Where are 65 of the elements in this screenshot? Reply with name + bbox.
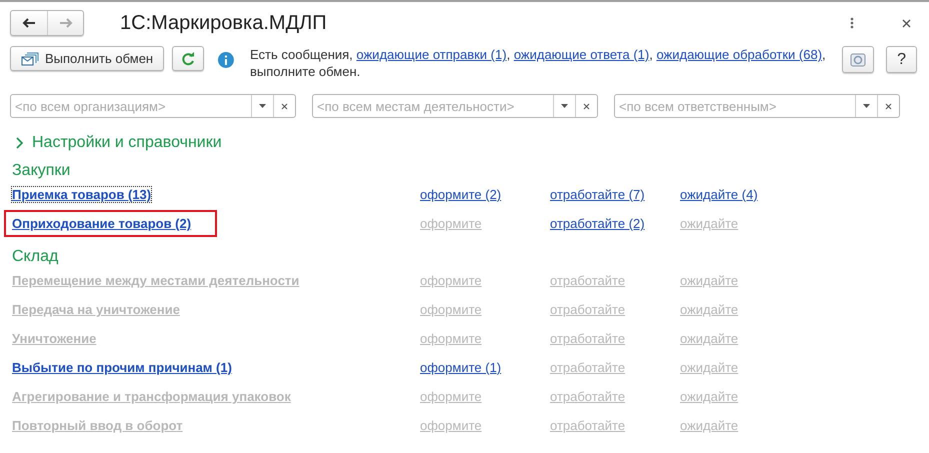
chevron-right-icon — [16, 137, 24, 149]
vertical-dots-icon — [850, 17, 854, 29]
action-link[interactable]: отработайте — [550, 389, 626, 404]
message-text: Есть сообщения, ожидающие отправки (1), ожидающие ответа (1), ожидающие обработки (68), выполните обмен. — [250, 46, 826, 80]
message-link[interactable]: ожидающие обработки (68) — [656, 47, 822, 62]
camera-icon — [850, 52, 866, 66]
left-arrow-icon — [22, 18, 36, 28]
filter-combo[interactable]: <по всем ответственным> — [614, 94, 900, 118]
document-link[interactable]: Приемка товаров (13) — [12, 187, 152, 202]
action-link[interactable]: оформите (2) — [420, 187, 502, 202]
action-link[interactable]: отработайте — [550, 273, 626, 288]
settings-button[interactable] — [842, 46, 874, 73]
action-link[interactable]: ожидайте (4) — [680, 187, 758, 202]
help-button[interactable]: ? — [886, 46, 917, 73]
section-title: Закупки — [12, 162, 72, 180]
caret-icon — [561, 104, 568, 108]
action-link[interactable]: ожидайте — [680, 418, 738, 433]
filter-input[interactable]: <по всем местам деятельности> — [313, 95, 553, 117]
document-link[interactable]: Передача на уничтожение — [12, 302, 180, 317]
action-link[interactable]: отработайте — [550, 331, 626, 346]
action-link[interactable]: оформите — [420, 331, 482, 346]
document-link[interactable]: Уничтожение — [12, 331, 96, 346]
caret-icon — [259, 104, 266, 108]
action-link[interactable]: ожидайте — [680, 273, 738, 288]
refresh-icon — [181, 52, 196, 66]
filter-input[interactable]: <по всем организациям> — [11, 95, 251, 117]
action-link[interactable]: отработайте (2) — [550, 216, 645, 231]
window-title: 1С:Маркировка.МДЛП — [120, 12, 328, 34]
document-link[interactable]: Агрегирование и трансформация упаковок — [12, 389, 291, 404]
action-link[interactable]: ожидайте — [680, 302, 738, 317]
refresh-button[interactable] — [172, 46, 204, 71]
envelope-icon — [21, 52, 39, 66]
action-link[interactable]: отработайте — [550, 302, 626, 317]
filter-input[interactable]: <по всем ответственным> — [615, 95, 855, 117]
action-link[interactable]: оформите — [420, 389, 482, 404]
action-link[interactable]: ожидайте — [680, 389, 738, 404]
filter-combo[interactable]: <по всем местам деятельности> — [312, 94, 598, 118]
document-link[interactable]: Повторный ввод в оборот — [12, 418, 183, 433]
document-link[interactable]: Перемещение между местами деятельности — [12, 273, 300, 288]
action-link[interactable]: оформите — [420, 273, 482, 288]
close-icon — [902, 18, 911, 28]
action-link[interactable]: оформите — [420, 216, 482, 231]
action-link[interactable]: ожидайте — [680, 360, 738, 375]
close-icon — [885, 102, 892, 110]
document-link[interactable]: Оприходование товаров (2) — [12, 216, 192, 231]
caret-icon — [863, 104, 870, 108]
action-link[interactable]: ожидайте — [680, 216, 738, 231]
exchange-button[interactable]: Выполнить обмен — [10, 46, 164, 71]
action-link[interactable]: оформите — [420, 418, 482, 433]
action-link[interactable]: отработайте — [550, 360, 626, 375]
action-link[interactable]: отработайте (7) — [550, 187, 645, 202]
action-link[interactable]: отработайте — [550, 418, 626, 433]
action-link[interactable]: оформите (1) — [420, 360, 502, 375]
message-link[interactable]: ожидающие ответа (1) — [514, 47, 650, 62]
filter-combo[interactable]: <по всем организациям> — [10, 94, 296, 118]
message-link[interactable]: ожидающие отправки (1) — [356, 47, 507, 62]
action-link[interactable]: ожидайте — [680, 331, 738, 346]
close-icon — [281, 102, 288, 110]
document-link[interactable]: Выбытие по прочим причинам (1) — [12, 360, 232, 375]
section-title: Склад — [12, 248, 60, 266]
settings-group-toggle[interactable]: Настройки и справочники — [16, 134, 222, 152]
action-link[interactable]: оформите — [420, 302, 482, 317]
close-icon — [583, 102, 590, 110]
right-arrow-icon — [58, 18, 72, 28]
info-icon — [218, 52, 234, 68]
